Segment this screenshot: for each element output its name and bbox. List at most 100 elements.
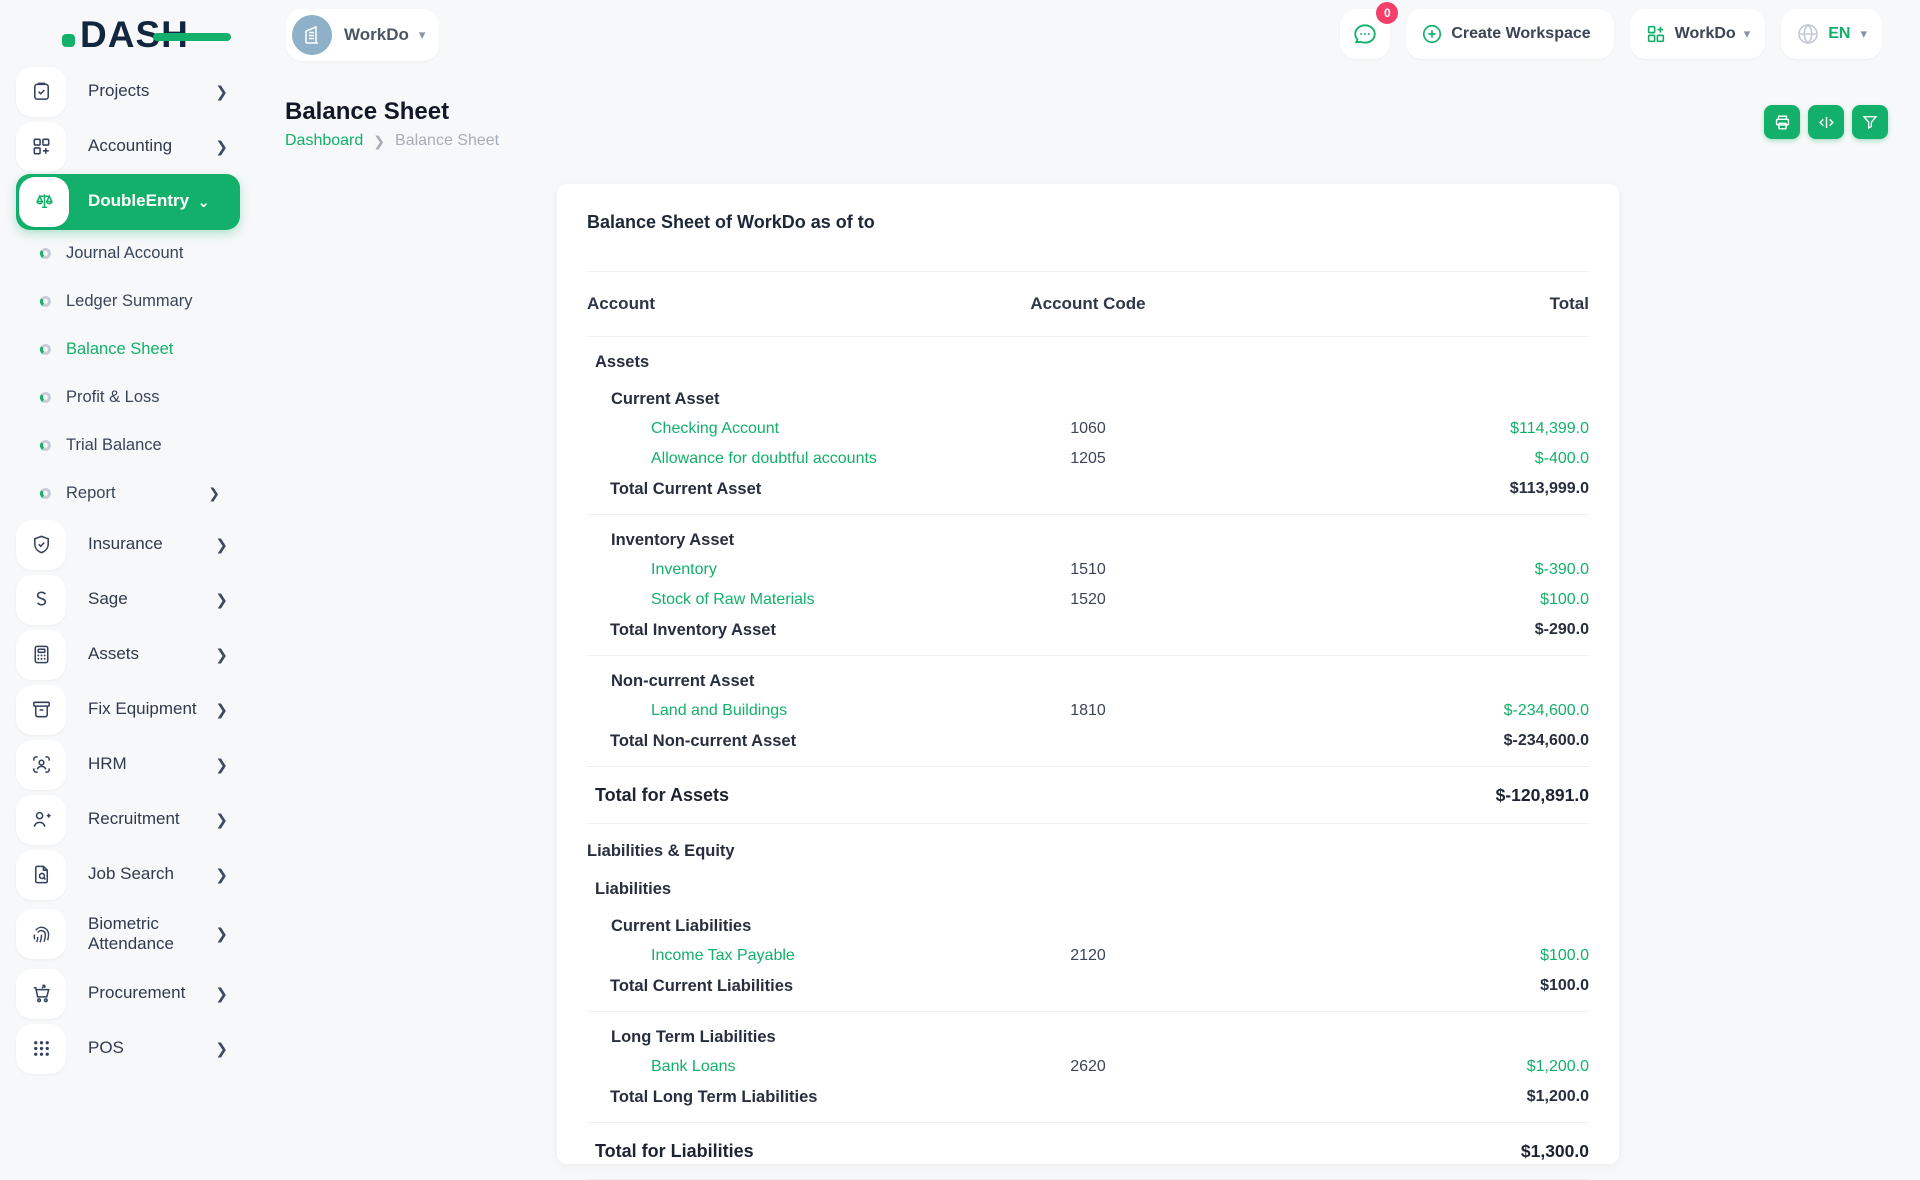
logo-text: DASH [80,14,189,56]
section-label: Current Liabilities [587,917,1003,936]
sidebar-item-assets[interactable]: Assets ❯ [0,627,260,682]
divider [587,271,1589,272]
table-row: Total Non-current Asset$-234,600.0 [587,726,1589,756]
account-code: 2620 [1003,1058,1173,1076]
chevron-right-icon: ❯ [215,925,228,943]
sidebar-subitem-journal-account[interactable]: Journal Account [0,229,260,277]
top-header: DASH WorkDo ▾ 0 Create Workspace [0,0,1920,70]
bullet-icon [40,392,51,403]
create-workspace-button[interactable]: Create Workspace [1406,9,1613,59]
table-row: Total for Liabilities$1,300.0 [587,1133,1589,1169]
building-icon [300,23,324,47]
sidebar-label: Recruitment [88,809,218,829]
sidebar-label: Accounting [88,136,218,156]
divider [587,823,1589,824]
app-logo[interactable]: DASH [62,14,189,56]
account-total: $-390.0 [1173,561,1589,579]
sidebar-item-recruitment[interactable]: Recruitment ❯ [0,792,260,847]
sidebar-item-accounting[interactable]: Accounting ❯ [0,119,260,174]
divider [587,766,1589,767]
sidebar-sublabel: Trial Balance [66,436,162,455]
account-link[interactable]: Bank Loans [587,1058,1003,1076]
table-row: Checking Account1060$114,399.0 [587,414,1589,444]
chevron-right-icon: ❯ [215,646,228,664]
filter-button[interactable] [1852,105,1888,139]
section-label: Current Asset [587,390,1003,409]
user-plus-icon [30,808,53,831]
section-label: Inventory Asset [587,531,1003,550]
sidebar-subitem-trial-balance[interactable]: Trial Balance [0,421,260,469]
chevron-down-icon: ▾ [419,27,426,43]
language-label: EN [1828,25,1850,43]
account-link[interactable]: Land and Buildings [587,702,1003,720]
sidebar-subitem-report[interactable]: Report ❯ [0,469,260,517]
sidebar-sublabel: Balance Sheet [66,340,173,359]
expand-columns-button[interactable] [1808,105,1844,139]
account-code: 1205 [1003,450,1173,468]
chevron-down-icon: ⌄ [197,193,210,211]
sidebar-subitem-profit-loss[interactable]: Profit & Loss [0,373,260,421]
subtotal-label: Total Current Liabilities [587,977,1003,996]
subtotal-value: $113,999.0 [1173,480,1589,498]
table-row: Stock of Raw Materials1520$100.0 [587,585,1589,615]
sidebar-item-biometric-attendance[interactable]: Biometric Attendance ❯ [0,902,260,966]
user-scan-icon [30,753,53,776]
sidebar-subitem-balance-sheet[interactable]: Balance Sheet [0,325,260,373]
table-row: Total Current Liabilities$100.0 [587,971,1589,1001]
account-code: 2120 [1003,947,1173,965]
sidebar-subitem-ledger-summary[interactable]: Ledger Summary [0,277,260,325]
chevron-right-icon: ❯ [215,985,228,1003]
sidebar-label: Sage [88,589,218,609]
sidebar-item-hrm[interactable]: HRM ❯ [0,737,260,792]
account-link[interactable]: Inventory [587,561,1003,579]
section-label: Liabilities [587,880,1003,899]
printer-icon [1773,113,1792,132]
sidebar-item-doubleentry[interactable]: DoubleEntry ⌄ [0,174,260,229]
sidebar-item-sage[interactable]: Sage ❯ [0,572,260,627]
notification-badge: 0 [1376,2,1398,24]
sidebar-sublabel: Journal Account [66,244,183,263]
section-label: Long Term Liabilities [587,1028,1003,1047]
sidebar-label: Procurement [88,983,218,1003]
grand-total-value: $-120,891.0 [1173,785,1589,806]
account-link[interactable]: Income Tax Payable [587,947,1003,965]
sidebar-item-fix-equipment[interactable]: Fix Equipment ❯ [0,682,260,737]
language-selector[interactable]: EN ▾ [1781,9,1882,59]
table-row: Bank Loans2620$1,200.0 [587,1052,1589,1082]
table-row: Total Long Term Liabilities$1,200.0 [587,1082,1589,1112]
table-row: Inventory1510$-390.0 [587,555,1589,585]
sidebar-item-insurance[interactable]: Insurance ❯ [0,517,260,572]
sidebar-item-procurement[interactable]: Procurement ❯ [0,966,260,1021]
sidebar-label: POS [88,1038,218,1058]
table-header-row: Account Account Code Total [587,282,1589,326]
breadcrumb: Dashboard ❯ Balance Sheet [285,132,499,150]
scales-icon [33,190,56,213]
chevron-right-icon: ❯ [215,83,228,101]
account-link[interactable]: Stock of Raw Materials [587,591,1003,609]
workspace-selector[interactable]: WorkDo ▾ [286,9,439,61]
section-label: Assets [587,353,1003,372]
dots-grid-icon [30,1037,53,1060]
table-row: Current Liabilities [587,911,1589,941]
notifications-button[interactable]: 0 [1340,9,1390,59]
cart-icon [30,982,53,1005]
account-total: $100.0 [1173,591,1589,609]
sidebar-item-projects[interactable]: Projects ❯ [0,64,260,119]
sidebar-label: Projects [88,81,218,101]
bullet-icon [40,440,51,451]
sidebar-label: Insurance [88,534,218,554]
sidebar-sublabel: Report [66,484,116,503]
sidebar-item-job-search[interactable]: Job Search ❯ [0,847,260,902]
table-row: Inventory Asset [587,525,1589,555]
chevron-right-icon: ❯ [215,536,228,554]
print-button[interactable] [1764,105,1800,139]
grand-total-label: Total for Liabilities [587,1141,1003,1162]
breadcrumb-dashboard-link[interactable]: Dashboard [285,132,363,150]
sidebar-label: Job Search [88,864,218,884]
sidebar-item-pos[interactable]: POS ❯ [0,1021,260,1076]
account-link[interactable]: Checking Account [587,420,1003,438]
account-menu-button[interactable]: WorkDo ▾ [1630,9,1766,59]
account-link[interactable]: Allowance for doubtful accounts [587,450,1003,468]
table-row: Non-current Asset [587,666,1589,696]
account-total: $-234,600.0 [1173,702,1589,720]
